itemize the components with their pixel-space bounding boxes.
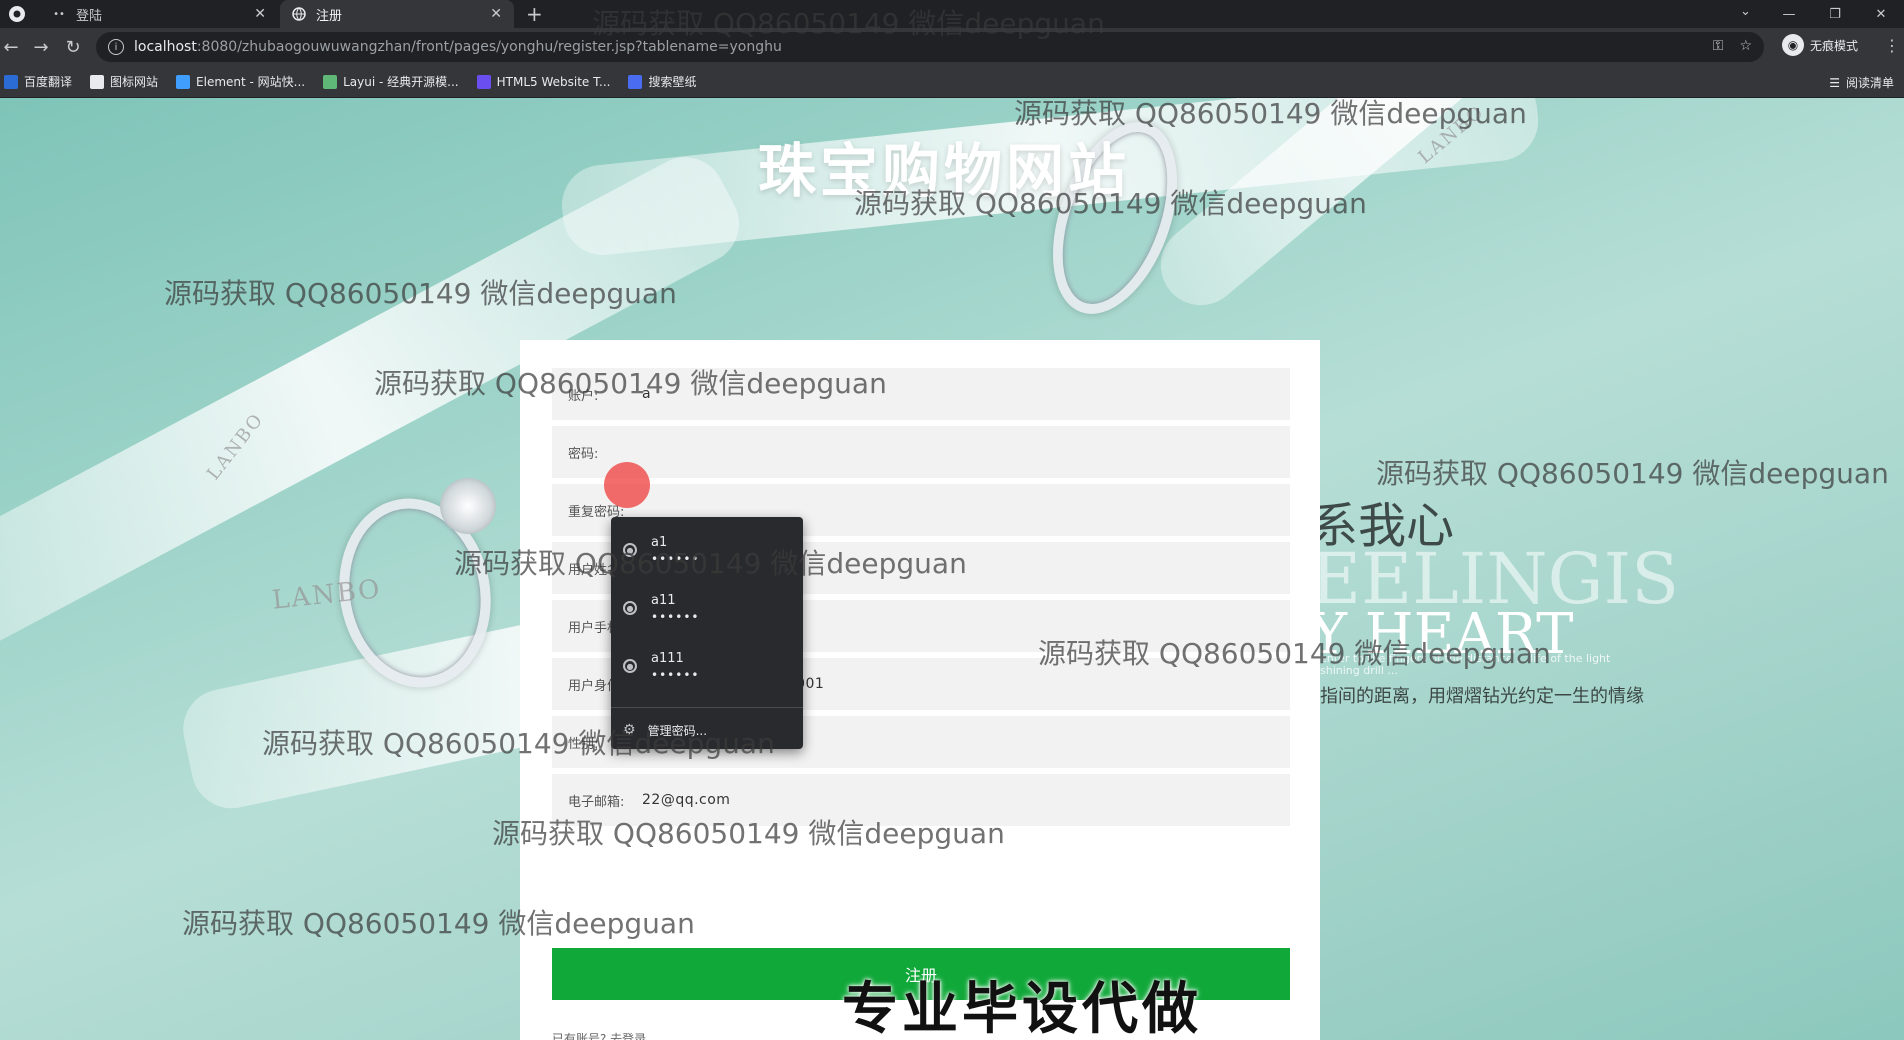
loading-dots-icon: •• <box>53 8 65 20</box>
autofill-password-mask: •••••• <box>651 667 700 682</box>
tab-login[interactable]: •• 登陆 ✕ <box>40 0 278 28</box>
incognito-icon: ◉ <box>1782 34 1804 56</box>
field-label: 密码: <box>568 446 599 462</box>
window-controls: — ❐ ✕ <box>1766 0 1904 28</box>
field-label: 电子邮箱: <box>568 794 625 810</box>
bookmark-item[interactable]: HTML5 Website T... <box>476 74 611 89</box>
key-account-icon: ● <box>623 659 637 673</box>
address-bar[interactable]: i localhost:8080/zhubaogouwuwangzhan/fro… <box>96 32 1764 62</box>
incognito-indicator[interactable]: ◉ 无痕模式 <box>1782 34 1858 56</box>
click-indicator <box>604 462 650 508</box>
autofill-password-mask: •••••• <box>651 609 700 624</box>
promo-overlay-text: 专业毕设代做 <box>842 977 1202 1040</box>
bookmark-favicon-icon <box>323 74 338 89</box>
autofill-username: a111 <box>651 650 684 666</box>
divider <box>611 707 803 708</box>
login-link[interactable]: 已有账号? 去登录 <box>552 1030 646 1040</box>
autofill-option[interactable]: ● a11 •••••• <box>611 579 803 637</box>
password-field[interactable]: 密码: <box>552 426 1290 478</box>
hero-slogan: 指间的距离，用熠熠钻光约定一生的情缘 <box>1320 686 1644 707</box>
tab-register[interactable]: 注册 ✕ <box>280 0 514 28</box>
autofill-password-mask: •••••• <box>651 551 700 566</box>
email-field[interactable]: 电子邮箱: 22@qq.com <box>552 774 1290 826</box>
bookmark-item[interactable]: Element - 网站快... <box>176 73 305 90</box>
site-title: 珠宝购物网站 <box>758 137 1131 205</box>
page-viewport: LANBO LANBO LANBO 珠宝购物网站 系我心 EELINGIS Y … <box>0 98 1904 1040</box>
field-label: 账户: <box>568 388 599 404</box>
browser-menu-icon[interactable]: ⋮ <box>1884 36 1900 55</box>
bookmark-label: 百度翻译 <box>24 75 73 89</box>
manage-passwords-label: 管理密码... <box>647 723 708 738</box>
key-account-icon: ● <box>623 543 637 557</box>
tab-title: 登陆 <box>76 8 103 24</box>
hero-small-text: enter to the fingers of the distance ...… <box>1320 652 1611 677</box>
autofill-username: a1 <box>651 534 668 550</box>
incognito-label: 无痕模式 <box>1810 38 1859 53</box>
tab-title: 注册 <box>316 8 343 24</box>
autofill-option[interactable]: ● a111 •••••• <box>611 637 803 695</box>
reload-icon[interactable]: ↻ <box>62 36 84 58</box>
tab-close-icon[interactable]: ✕ <box>254 6 266 22</box>
globe-icon <box>292 7 306 21</box>
url-host: localhost <box>134 39 197 55</box>
restore-icon[interactable]: ❐ <box>1812 0 1858 28</box>
field-value: 22@qq.com <box>642 792 731 808</box>
autofill-username: a11 <box>651 592 676 608</box>
reading-list-button[interactable]: ☰ 阅读清单 <box>1829 74 1894 91</box>
bookmark-favicon-icon <box>4 74 18 89</box>
reading-list-icon: ☰ <box>1829 75 1840 90</box>
reading-list-label: 阅读清单 <box>1845 76 1894 90</box>
field-value: a <box>642 386 652 402</box>
bookmark-label: Element - 网站快... <box>196 75 306 89</box>
minimize-icon[interactable]: — <box>1766 0 1812 28</box>
password-autofill-dropdown: ● a1 •••••• ● a11 •••••• ● a111 •••••• ⚙… <box>611 517 803 749</box>
bookmark-item[interactable]: 图标网站 <box>90 73 158 90</box>
bookmark-favicon-icon <box>90 74 105 89</box>
back-icon[interactable]: ← <box>0 36 22 58</box>
bookmark-item[interactable]: 搜索壁纸 <box>628 73 696 90</box>
browser-toolbar: ← → ↻ i localhost:8080/zhubaogouwuwangzh… <box>0 28 1904 66</box>
window-close-icon[interactable]: ✕ <box>1858 0 1904 28</box>
site-info-icon[interactable]: i <box>108 39 124 55</box>
bookmark-item[interactable]: 百度翻译 <box>4 73 72 90</box>
bookmark-label: 图标网站 <box>110 75 159 89</box>
autofill-option[interactable]: ● a1 •••••• <box>611 521 803 579</box>
bookmark-label: Layui - 经典开源模... <box>343 75 459 89</box>
new-tab-icon[interactable]: + <box>526 2 543 26</box>
bookmark-favicon-icon <box>176 74 191 89</box>
url-path: :8080/zhubaogouwuwangzhan/front/pages/yo… <box>196 39 782 55</box>
key-account-icon: ● <box>623 601 637 615</box>
bookmark-label: 搜索壁纸 <box>648 75 697 89</box>
tab-strip: •• 登陆 ✕ 注册 ✕ + ⌄ — ❐ ✕ <box>0 0 1904 28</box>
manage-passwords-item[interactable]: ⚙ 管理密码... <box>611 713 803 747</box>
forward-icon[interactable]: → <box>30 36 52 58</box>
bookmark-label: HTML5 Website T... <box>496 74 611 89</box>
key-icon[interactable]: ⚿ <box>1713 38 1724 54</box>
bookmark-item[interactable]: Layui - 经典开源模... <box>323 73 459 90</box>
account-field[interactable]: 账户: a <box>552 368 1290 420</box>
bookmark-favicon-icon <box>628 74 643 89</box>
bookmark-star-icon[interactable]: ☆ <box>1739 38 1752 54</box>
chrome-logo-icon <box>9 6 25 22</box>
gear-icon: ⚙ <box>623 722 636 738</box>
tab-close-icon[interactable]: ✕ <box>490 6 502 22</box>
bookmarks-bar: 百度翻译 图标网站 Element - 网站快... Layui - 经典开源模… <box>0 66 1904 98</box>
tab-search-icon[interactable]: ⌄ <box>1740 4 1751 19</box>
diamond-image <box>440 478 496 534</box>
bookmark-favicon-icon <box>476 74 491 89</box>
